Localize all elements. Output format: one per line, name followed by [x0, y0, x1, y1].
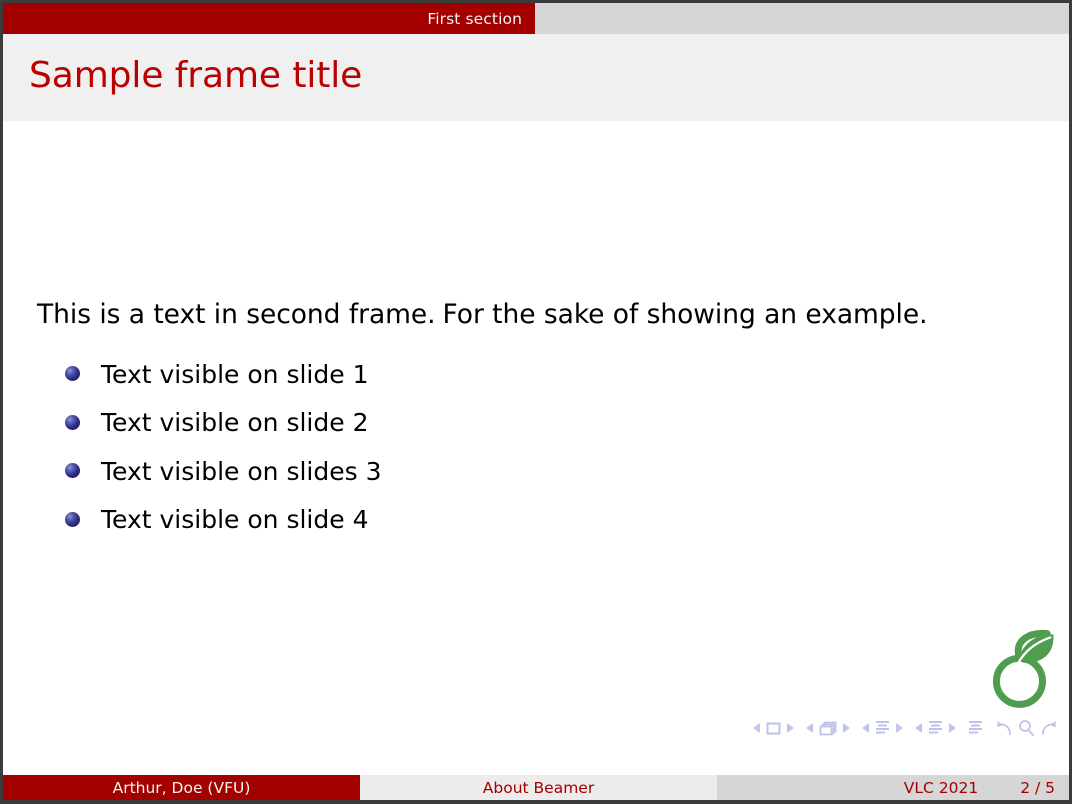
footer-bar: Arthur, Doe (VFU) About Beamer VLC 2021 …: [3, 775, 1069, 800]
bullet-list: Text visible on slide 1 Text visible on …: [65, 350, 382, 544]
beamer-slide: First section Sample frame title This is…: [0, 0, 1072, 804]
list-item-label: Text visible on slide 1: [101, 359, 369, 389]
frame-title-band: Sample frame title: [3, 34, 1069, 121]
footer-author: Arthur, Doe (VFU): [3, 775, 360, 800]
list-item: Text visible on slide 1: [65, 350, 382, 399]
presentation-icon[interactable]: [968, 720, 983, 736]
subsection-previous-icon[interactable]: [862, 723, 869, 733]
presentation-group: [968, 720, 983, 736]
list-item-label: Text visible on slide 4: [101, 505, 369, 535]
section-bar-empty-area: [535, 3, 1069, 34]
subsection-icon[interactable]: [875, 720, 890, 736]
green-sprout-six-logo-icon: [992, 630, 1054, 708]
subsection-next-icon[interactable]: [896, 723, 903, 733]
slide-previous-icon[interactable]: [753, 723, 760, 733]
list-item: Text visible on slide 2: [65, 399, 382, 448]
back-icon[interactable]: [995, 719, 1014, 737]
search-icon[interactable]: [1017, 719, 1036, 737]
subsection-navigation-group: [862, 720, 903, 736]
section-navigation-group: [915, 720, 956, 736]
list-item: Text visible on slide 4: [65, 496, 382, 545]
history-group: [995, 719, 1058, 737]
ball-bullet-icon: [65, 511, 80, 527]
frame-navigation-group: [806, 721, 850, 736]
section-tab-first-section[interactable]: First section: [3, 3, 535, 34]
footer-title-label: About Beamer: [482, 778, 595, 797]
ball-bullet-icon: [65, 463, 80, 479]
section-navigation-bar: First section: [3, 3, 1069, 34]
intro-paragraph-sentence-1: This is a text in second frame.: [37, 299, 436, 330]
frame-next-icon[interactable]: [843, 723, 850, 733]
footer-date-label: VLC 2021: [903, 778, 979, 797]
frame-previous-icon[interactable]: [806, 723, 813, 733]
intro-paragraph-sentence-2: For the sake of showing an example.: [442, 299, 928, 330]
section-next-icon[interactable]: [949, 723, 956, 733]
footer-title: About Beamer: [360, 775, 717, 800]
section-icon[interactable]: [928, 720, 943, 736]
slide-next-icon[interactable]: [787, 723, 794, 733]
intro-paragraph: This is a text in second frame. For the s…: [37, 299, 928, 330]
navigation-symbols: [753, 718, 1058, 738]
forward-icon[interactable]: [1039, 719, 1058, 737]
list-item-label: Text visible on slide 2: [101, 408, 369, 438]
section-tab-label: First section: [427, 9, 522, 28]
footer-author-label: Arthur, Doe (VFU): [112, 778, 251, 797]
ball-bullet-icon: [65, 366, 80, 382]
frame-icon[interactable]: [819, 721, 837, 736]
page-title: Sample frame title: [29, 55, 363, 96]
footer-meta: VLC 2021 2 / 5: [717, 775, 1069, 800]
section-previous-icon[interactable]: [915, 723, 922, 733]
ball-bullet-icon: [65, 414, 80, 430]
slide-icon[interactable]: [766, 722, 781, 735]
slide-body: This is a text in second frame. For the s…: [3, 121, 1069, 771]
slide-navigation-group: [753, 722, 794, 735]
list-item-label: Text visible on slides 3: [101, 456, 382, 486]
list-item: Text visible on slides 3: [65, 447, 382, 496]
footer-page-number: 2 / 5: [1020, 778, 1055, 797]
